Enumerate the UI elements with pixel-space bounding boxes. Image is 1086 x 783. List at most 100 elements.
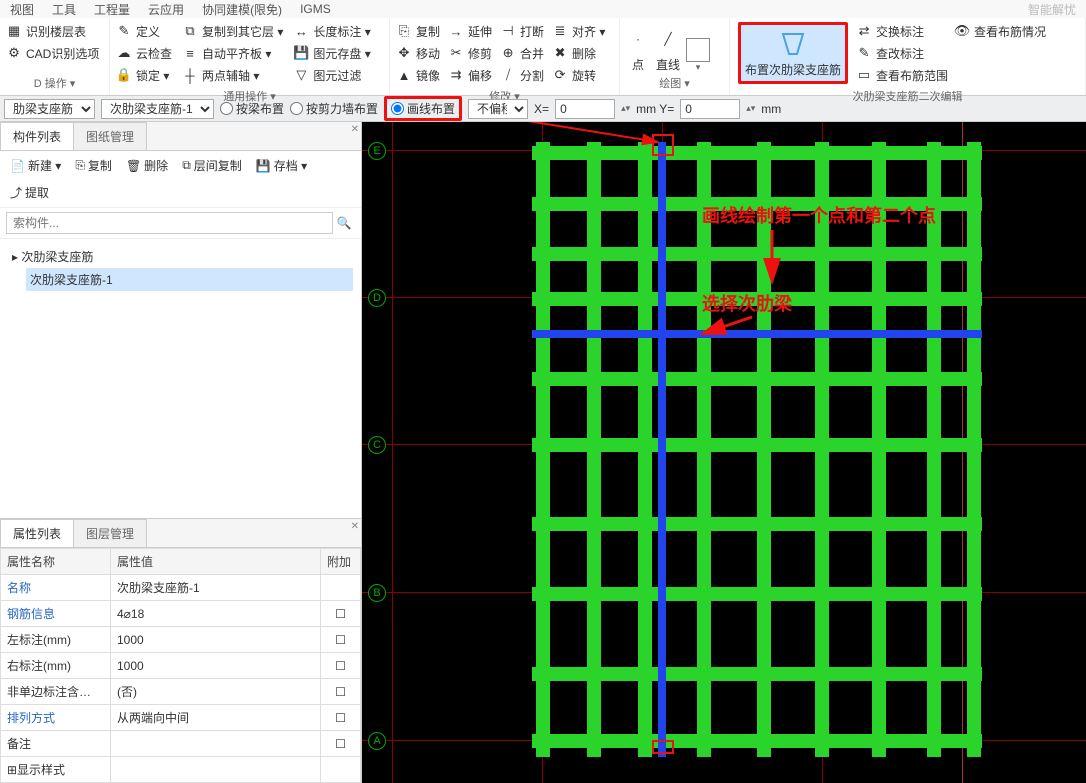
table-row[interactable]: 右标注(mm)1000☐ <box>1 653 361 679</box>
btn-save-element[interactable]: 💾图元存盘 ▾ <box>293 42 370 64</box>
table-row[interactable]: 非单边标注含…(否)☐ <box>1 679 361 705</box>
btn-edit-anno[interactable]: ✎查改标注 <box>856 42 948 64</box>
table-row[interactable]: 排列方式从两端向中间☐ <box>1 705 361 731</box>
btn-del[interactable]: 🗑删除 <box>122 155 172 176</box>
btn-floor-table[interactable]: ▦识别楼层表 <box>6 20 103 42</box>
btn-rotate[interactable]: ⟳旋转 <box>552 64 605 86</box>
table-row[interactable]: ⊞显示样式 <box>1 757 361 783</box>
col-name: 属性名称 <box>1 549 111 575</box>
btn-place-rebar[interactable]: 布置次肋梁支座筋 <box>738 22 848 84</box>
btn-aux-axis[interactable]: ┼两点辅轴 ▾ <box>182 64 283 86</box>
btn-swap-anno[interactable]: ⇄交换标注 <box>856 20 948 42</box>
btn-copy2[interactable]: ⎘复制 <box>71 155 116 176</box>
close-icon[interactable]: ✕ <box>351 521 359 532</box>
lock-icon: 🔒 <box>116 67 132 83</box>
menu-help[interactable]: 智能解忧 <box>1028 1 1076 18</box>
drawing-canvas[interactable]: E D C B A 画线绘制第一个点和第二个点 选择次肋梁 <box>362 122 1086 783</box>
btn-line[interactable]: 直线 <box>656 56 680 73</box>
tree-item[interactable]: 次肋梁支座筋-1 <box>26 268 353 291</box>
label-x: X= <box>534 102 549 116</box>
rect-icon[interactable] <box>686 38 710 62</box>
col-add: 附加 <box>321 549 361 575</box>
sel-category[interactable]: 肋梁支座筋 <box>4 99 95 119</box>
table-row[interactable]: 钢筋信息4⌀18☐ <box>1 601 361 627</box>
btn-archive[interactable]: 💾存档 ▾ <box>252 155 311 176</box>
btn-move[interactable]: ✥移动 <box>396 42 440 64</box>
annotation-line: 画线绘制第一个点和第二个点 <box>702 202 936 228</box>
break-icon: ⊣ <box>500 23 516 39</box>
radio-by-beam[interactable]: 按梁布置 <box>220 100 284 117</box>
delete-icon: ✖ <box>552 45 568 61</box>
menu-cloud[interactable]: 云应用 <box>148 1 184 18</box>
btn-length-dim[interactable]: ↔长度标注 ▾ <box>293 20 370 42</box>
left-panel: 构件列表 图纸管理 ✕ 📄新建 ▾ ⎘复制 🗑删除 ⧉层间复制 💾存档 ▾ ⤴提… <box>0 122 362 783</box>
btn-copy[interactable]: ⎘复制 <box>396 20 440 42</box>
grid-label: C <box>368 436 386 454</box>
search-input[interactable] <box>6 212 333 234</box>
radio-by-wall[interactable]: 按剪力墙布置 <box>290 100 378 117</box>
btn-view-rebar[interactable]: 👁查看布筋情况 <box>954 20 1046 42</box>
btn-align[interactable]: ≣对齐 ▾ <box>552 20 605 42</box>
btn-copy-layer[interactable]: ⧉复制到其它层 ▾ <box>182 20 283 42</box>
input-y[interactable] <box>680 99 740 119</box>
input-x[interactable] <box>555 99 615 119</box>
btn-delete[interactable]: ✖删除 <box>552 42 605 64</box>
btn-trim: ✂修剪 <box>448 42 492 64</box>
group-d-ops[interactable]: D 操作 ▾ <box>6 73 103 93</box>
btn-cloud-check[interactable]: ☁云检查 <box>116 42 172 64</box>
new-icon: 📄 <box>10 159 25 173</box>
btn-extend: →延伸 <box>448 20 492 42</box>
btn-view-range[interactable]: ▭查看布筋范围 <box>856 64 948 86</box>
tab-layers[interactable]: 图层管理 <box>73 519 147 547</box>
table-icon: ▦ <box>6 23 22 39</box>
btn-lock[interactable]: 🔒锁定 ▾ <box>116 64 172 86</box>
btn-new[interactable]: 📄新建 ▾ <box>6 155 65 176</box>
layercopy-icon: ⧉ <box>182 158 191 173</box>
menu-collab[interactable]: 协同建模(限免) <box>202 1 282 18</box>
menu-view[interactable]: 视图 <box>10 1 34 18</box>
btn-point[interactable]: 点 <box>626 56 650 73</box>
label-y: mm Y= <box>636 102 674 116</box>
btn-define[interactable]: ✎定义 <box>116 20 172 42</box>
group-draw[interactable]: 绘图 ▾ <box>626 73 723 93</box>
view-icon: 👁 <box>954 23 970 39</box>
copy-icon: ⎘ <box>396 23 412 39</box>
btn-mirror[interactable]: ▲镜像 <box>396 64 440 86</box>
btn-extract[interactable]: ⤴提取 <box>6 182 53 203</box>
split-icon: ⧸ <box>500 67 516 83</box>
ruler-icon: ↔ <box>293 23 309 39</box>
search-icon[interactable]: 🔍 <box>333 212 355 234</box>
tab-props[interactable]: 属性列表 <box>0 519 74 547</box>
merge-icon: ⊕ <box>500 45 516 61</box>
table-row[interactable]: 名称次肋梁支座筋-1 <box>1 575 361 601</box>
tree-root[interactable]: ▸ 次肋梁支座筋 <box>8 245 353 268</box>
extend-icon: → <box>448 23 464 39</box>
radio-by-line[interactable]: 画线布置 <box>391 100 455 117</box>
grid-label: B <box>368 584 386 602</box>
trim-icon: ✂ <box>448 45 464 61</box>
tab-component-list[interactable]: 构件列表 <box>0 122 74 150</box>
radio-by-line-highlight: 画线布置 <box>384 96 462 121</box>
menu-tools[interactable]: 工具 <box>52 1 76 18</box>
pencil-icon: ✎ <box>116 23 132 39</box>
sel-offset[interactable]: 不偏移 <box>468 99 528 119</box>
save-icon: 💾 <box>293 45 309 61</box>
edit-icon: ✎ <box>856 45 872 61</box>
table-row[interactable]: 左标注(mm)1000☐ <box>1 627 361 653</box>
btn-cad-options[interactable]: ⚙CAD识别选项 <box>6 42 103 64</box>
label-mm: mm <box>761 102 781 116</box>
archive-icon: 💾 <box>256 159 271 173</box>
line-icon[interactable]: ╱ <box>656 32 680 56</box>
align2-icon: ≣ <box>552 23 568 39</box>
btn-layer-copy[interactable]: ⧉层间复制 <box>178 155 246 176</box>
sel-component[interactable]: 次肋梁支座筋-1 <box>101 99 214 119</box>
point-icon[interactable]: · <box>626 32 650 56</box>
close-icon[interactable]: ✕ <box>351 124 359 135</box>
btn-filter-element: ▽图元过滤 <box>293 64 370 86</box>
menu-quantity[interactable]: 工程量 <box>94 1 130 18</box>
grid-label: A <box>368 732 386 750</box>
tab-drawing-mgr[interactable]: 图纸管理 <box>73 122 147 150</box>
table-row[interactable]: 备注☐ <box>1 731 361 757</box>
menu-igms[interactable]: IGMS <box>300 2 331 16</box>
btn-offset[interactable]: ⇉偏移 <box>448 64 492 86</box>
